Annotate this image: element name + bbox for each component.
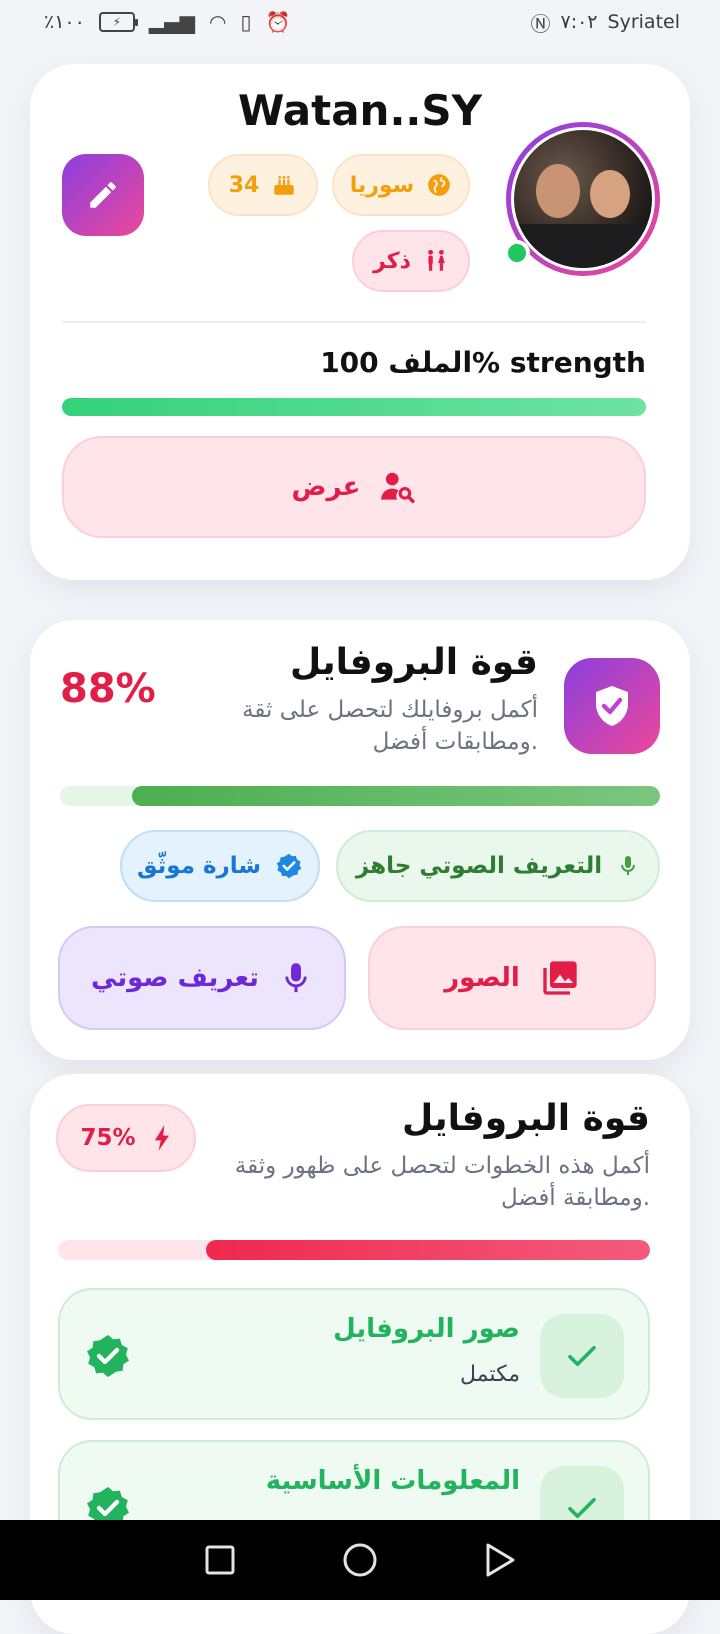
age-label: 34 — [228, 172, 260, 198]
country-chip: سوريا — [332, 154, 470, 216]
user-search-icon — [381, 472, 416, 503]
mic-icon — [621, 856, 636, 875]
battery-icon: ⚡ — [98, 12, 138, 32]
step-status: مكتمل — [460, 1362, 520, 1387]
photos-button[interactable]: الصور — [368, 926, 656, 1030]
profile-power-card: قوة البروفايل أكمل بروفايلك لتحصل على ثق… — [30, 620, 690, 1060]
gender-label: ذكر — [373, 248, 411, 274]
verified-check-icon — [276, 853, 302, 879]
avatar-photo — [511, 127, 655, 271]
pencil-icon — [90, 182, 116, 208]
status-right: Ⓝ ٧:٠٢ Syriatel — [531, 8, 681, 37]
voice-ready-badge: التعريف الصوتي جاهز — [336, 830, 660, 902]
shield-check-icon — [596, 686, 628, 726]
wifi-icon: ◠ — [209, 10, 227, 34]
profile-power-subtitle: أكمل بروفايلك لتحصل على ثقة ومطابقات أفض… — [242, 697, 538, 755]
mic-icon — [285, 963, 307, 993]
carrier: Syriatel — [607, 11, 680, 33]
view-button-label: عرض — [291, 472, 361, 502]
profile-strength-fill — [62, 398, 646, 416]
step-item[interactable]: صور البروفايل مكتمل — [58, 1288, 650, 1420]
status-bar: ٪١٠٠ ⚡ ▂▄▆ ◠ ▯ ⏰ Ⓝ ٧:٠٢ Syriatel — [0, 0, 720, 44]
signal-icon: ▂▄▆ — [148, 10, 195, 34]
profile-steps-percent-badge: 75% — [56, 1104, 196, 1172]
gender-icon — [428, 249, 445, 271]
photo-library-icon — [543, 961, 577, 995]
cake-icon — [274, 176, 295, 195]
step-title: صور البروفايل — [333, 1314, 520, 1344]
profile-steps-fill — [206, 1240, 650, 1260]
alarm-icon: ⏰ — [265, 10, 291, 34]
circle-icon — [343, 1543, 377, 1577]
battery-percent: ٪١٠٠ — [44, 11, 85, 33]
globe-icon — [428, 174, 451, 196]
profile-strength-label: الملف 100% strength — [320, 346, 646, 379]
bolt-icon — [154, 1125, 169, 1151]
profile-username: Watan..SY — [237, 86, 483, 135]
voice-ready-label: التعريف الصوتي جاهز — [355, 853, 603, 879]
profile-card: Watan..SY سوريا 34 ذكر الملف 100% streng… — [30, 64, 690, 580]
online-status-dot — [504, 240, 530, 266]
divider — [62, 321, 646, 323]
country-label: سوريا — [349, 172, 415, 198]
voice-intro-button[interactable]: تعريف صوتي — [58, 926, 346, 1030]
profile-steps-subtitle: أكمل هذه الخطوات لتحصل على ظهور وثقة ومط… — [234, 1153, 650, 1211]
nfc-icon: Ⓝ — [530, 11, 551, 36]
profile-power-fill — [132, 786, 660, 806]
triangle-icon — [486, 1543, 515, 1577]
shield-tile — [564, 658, 660, 754]
profile-power-title: قوة البروفايل — [290, 642, 538, 683]
profile-steps-bar — [58, 1240, 650, 1260]
photos-button-label: الصور — [444, 963, 520, 993]
step-title: المعلومات الأساسية — [265, 1466, 520, 1496]
clock: ٧:٠٢ — [560, 11, 598, 33]
profile-power-percent: 88% — [60, 666, 156, 712]
profile-strength-bar — [62, 398, 646, 416]
gender-chip: ذكر — [352, 230, 470, 292]
profile-power-bar — [60, 786, 660, 806]
verified-seal-icon — [87, 1335, 129, 1377]
verified-badge: شارة موثّق — [120, 830, 320, 902]
system-nav-bar — [0, 1520, 720, 1600]
profile-steps-title: قوة البروفايل — [402, 1098, 650, 1139]
back-button[interactable] — [480, 1540, 520, 1580]
edit-profile-button[interactable] — [62, 154, 144, 236]
square-icon — [205, 1545, 235, 1575]
check-icon — [568, 1345, 596, 1367]
verified-label: شارة موثّق — [136, 853, 262, 879]
step-check-tile — [540, 1314, 624, 1398]
profile-steps-percent: 75% — [80, 1125, 136, 1151]
home-button[interactable] — [340, 1540, 380, 1580]
voice-intro-label: تعريف صوتي — [91, 963, 259, 993]
vibrate-icon: ▯ — [240, 10, 252, 34]
status-left: ٪١٠٠ ⚡ ▂▄▆ ◠ ▯ ⏰ — [44, 10, 290, 34]
age-chip: 34 — [208, 154, 318, 216]
view-profile-button[interactable]: عرض — [62, 436, 646, 538]
recents-button[interactable] — [200, 1540, 240, 1580]
